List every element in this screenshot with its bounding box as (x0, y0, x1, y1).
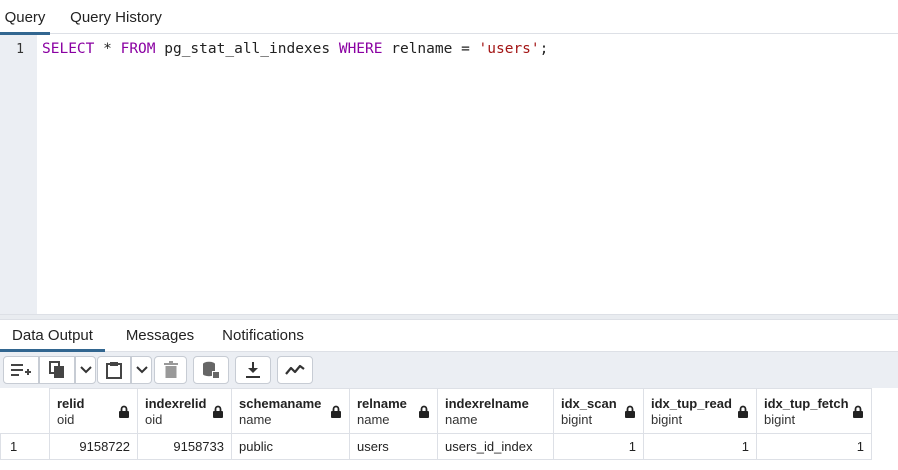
graph-icon (285, 364, 305, 375)
sql-editor[interactable]: 1 SELECT * FROM pg_stat_all_indexes WHER… (0, 35, 898, 314)
cell-relid[interactable]: 9158722 (49, 433, 138, 460)
code-table: pg_stat_all_indexes (155, 41, 339, 57)
copy-icon (49, 361, 64, 378)
chevron-down-icon (135, 366, 148, 374)
tab-query-history[interactable]: Query History (56, 0, 176, 34)
code-condition: relname = (382, 41, 479, 57)
column-type: bigint (764, 412, 796, 427)
code-line[interactable]: SELECT * FROM pg_stat_all_indexes WHERE … (42, 41, 548, 57)
copy-button[interactable] (39, 356, 75, 384)
column-header-relid[interactable]: relid oid (49, 388, 138, 434)
tab-messages[interactable]: Messages (110, 320, 210, 351)
column-name: idx_tup_read (651, 396, 732, 411)
chevron-down-icon (79, 366, 92, 374)
column-header-idx-tup-read[interactable]: idx_tup_read bigint (643, 388, 757, 434)
lock-icon (853, 405, 863, 418)
copy-options-dropdown[interactable] (75, 356, 96, 384)
keyword-where: WHERE (338, 41, 383, 57)
column-header-indexrelname[interactable]: indexrelname name (437, 388, 554, 434)
column-name: idx_tup_fetch (764, 396, 849, 411)
cell-schemaname[interactable]: public (231, 433, 350, 460)
keyword-select: SELECT (42, 41, 95, 57)
cell-idx-tup-fetch[interactable]: 1 (756, 433, 872, 460)
column-type: bigint (651, 412, 683, 427)
tab-query[interactable]: Query (0, 0, 50, 35)
keyword-from: FROM (120, 41, 156, 57)
column-header-relname[interactable]: relname name (349, 388, 438, 434)
download-icon (246, 361, 260, 378)
column-type: name (445, 412, 478, 427)
add-row-icon (11, 364, 31, 376)
save-data-icon (203, 361, 220, 379)
column-name: indexrelname (445, 396, 529, 411)
lock-icon (419, 405, 429, 418)
cell-indexrelname[interactable]: users_id_index (437, 433, 554, 460)
tab-data-output[interactable]: Data Output (0, 320, 105, 352)
lock-icon (625, 405, 635, 418)
cell-relname[interactable]: users (349, 433, 438, 460)
paste-options-dropdown[interactable] (131, 356, 152, 384)
save-data-button[interactable] (193, 356, 229, 384)
cell-indexrelid[interactable]: 9158733 (137, 433, 232, 460)
tab-notifications[interactable]: Notifications (212, 320, 314, 351)
column-header-idx-tup-fetch[interactable]: idx_tup_fetch bigint (756, 388, 872, 434)
column-header-idx-scan[interactable]: idx_scan bigint (553, 388, 644, 434)
delete-icon (163, 361, 178, 378)
code-terminator: ; (539, 41, 549, 57)
output-tab-bar: Data Output Messages Notifications (0, 320, 898, 352)
line-number: 1 (16, 42, 24, 57)
line-number-gutter: 1 (0, 35, 37, 314)
cell-idx-scan[interactable]: 1 (553, 433, 644, 460)
paste-icon (106, 362, 122, 379)
row-number[interactable]: 1 (0, 433, 50, 460)
paste-button[interactable] (97, 356, 131, 384)
lock-icon (213, 405, 223, 418)
row-number-header (0, 388, 50, 434)
graph-visualiser-button[interactable] (277, 356, 313, 384)
lock-icon (119, 405, 129, 418)
lock-icon (331, 405, 341, 418)
column-type: name (239, 412, 272, 427)
cell-idx-tup-read[interactable]: 1 (643, 433, 757, 460)
code-string: 'users' (478, 41, 540, 57)
data-grid: relid oid indexrelid oid schemaname name re… (0, 388, 898, 470)
table-row[interactable]: 1 9158722 9158733 public users users_id_… (0, 433, 872, 460)
results-table: relid oid indexrelid oid schemaname name re… (0, 388, 872, 460)
add-row-button[interactable] (3, 356, 39, 384)
query-tab-bar: Query Query History (0, 0, 898, 35)
column-header-indexrelid[interactable]: indexrelid oid (137, 388, 232, 434)
download-button[interactable] (235, 356, 271, 384)
column-header-schemaname[interactable]: schemaname name (231, 388, 350, 434)
data-output-toolbar (0, 352, 898, 388)
code-star: * (94, 41, 121, 57)
lock-icon (738, 405, 748, 418)
header-row: relid oid indexrelid oid schemaname name re… (0, 388, 872, 434)
delete-button[interactable] (154, 356, 187, 384)
column-name: schemaname (239, 396, 322, 411)
